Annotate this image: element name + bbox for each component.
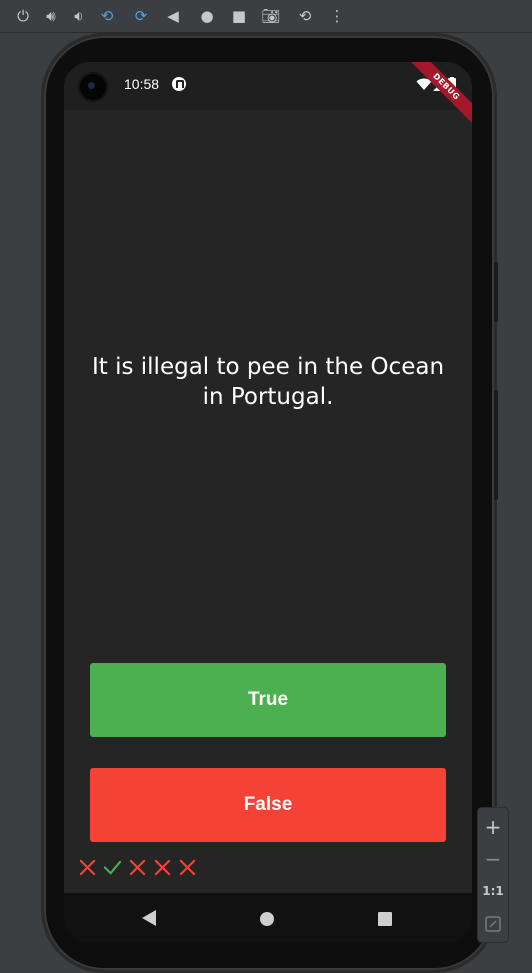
close-icon — [79, 859, 96, 876]
question-text: It is illegal to pee in the Ocean in Por… — [91, 354, 445, 410]
status-time: 10:58 — [124, 76, 160, 92]
replay-icon[interactable]: ⟲ — [294, 6, 316, 26]
phone-side-button — [494, 390, 498, 500]
home-icon[interactable]: ● — [196, 6, 218, 26]
front-camera — [78, 72, 108, 102]
true-button-label: True — [247, 689, 289, 710]
power-icon[interactable]: ⏻ — [12, 6, 34, 26]
camera-icon[interactable]: 📷︎ — [260, 6, 282, 26]
debug-banner: DEBUG — [398, 62, 472, 135]
zoom-controls: + − 1:1 — [478, 808, 508, 942]
nav-recents-icon[interactable] — [378, 912, 392, 926]
more-icon[interactable]: ⋮ — [326, 6, 348, 26]
check-icon — [103, 860, 122, 875]
rotate-right-icon[interactable]: ⟳ — [130, 6, 152, 26]
android-nav-bar — [64, 893, 472, 942]
notification-icon — [172, 77, 186, 91]
zoom-out-button[interactable]: − — [478, 846, 508, 872]
back-icon[interactable]: ◀ — [162, 6, 184, 26]
true-button[interactable]: True — [90, 663, 446, 737]
close-icon — [129, 859, 146, 876]
score-keeper — [78, 858, 197, 882]
volume-up-icon[interactable]: 🔊︎ — [40, 6, 62, 26]
close-icon — [154, 859, 171, 876]
false-button[interactable]: False — [90, 768, 446, 842]
fit-screen-icon[interactable] — [485, 916, 501, 932]
close-icon — [179, 859, 196, 876]
phone-side-button — [494, 262, 498, 322]
overview-icon[interactable]: ■ — [228, 6, 250, 26]
status-bar: 10:58 DEBUG — [64, 62, 472, 135]
nav-back-icon[interactable] — [142, 910, 156, 926]
rotate-left-icon[interactable]: ⟲ — [96, 6, 118, 26]
app-screen: 10:58 DEBUG It is illegal to pee in the … — [64, 62, 472, 942]
zoom-in-button[interactable]: + — [478, 814, 508, 840]
volume-down-icon[interactable]: 🔉︎ — [68, 6, 90, 26]
nav-home-icon[interactable] — [260, 912, 274, 926]
actual-size-button[interactable]: 1:1 — [478, 878, 508, 904]
false-button-label: False — [243, 794, 293, 815]
emulator-toolbar: ⏻ 🔊︎ 🔉︎ ⟲ ⟳ ◀ ● ■ 📷︎ ⟲ ⋮ — [0, 0, 532, 33]
